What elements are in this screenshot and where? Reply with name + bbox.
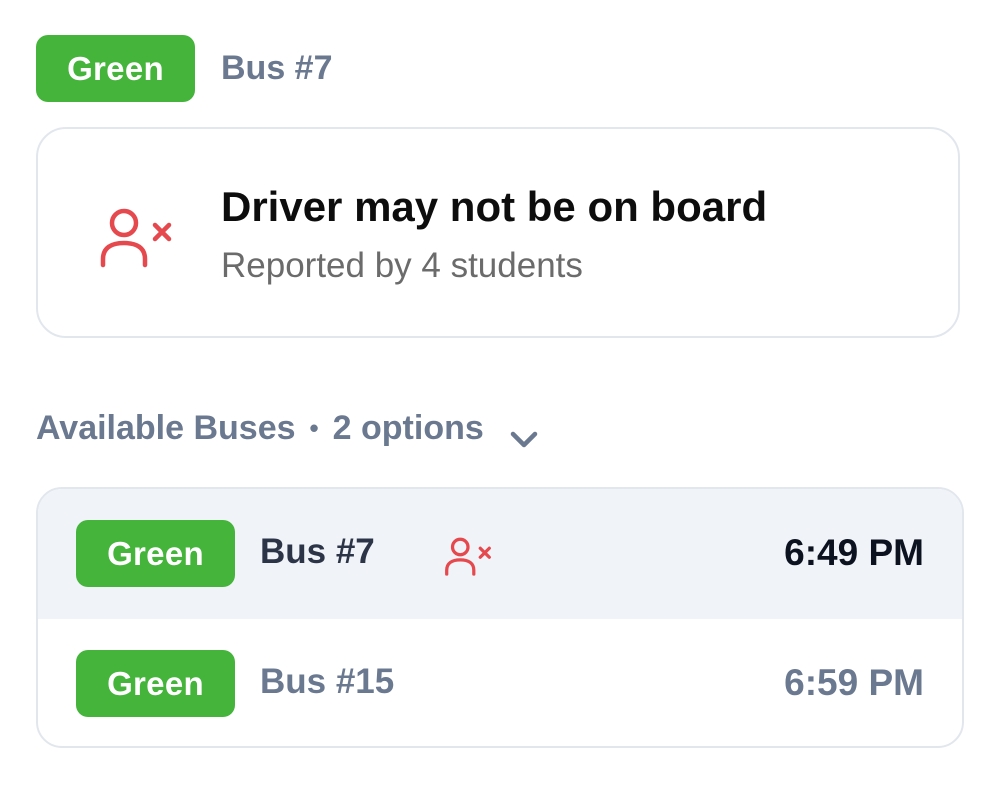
bus-options-list: Green Bus #7 6:49 PM Green Bus #15 6:59 … xyxy=(36,487,964,748)
user-x-icon xyxy=(442,536,494,576)
available-buses-toggle[interactable]: Available Buses • 2 options xyxy=(36,405,538,451)
departure-time: 6:49 PM xyxy=(784,532,924,573)
chevron-down-icon xyxy=(510,419,538,448)
current-bus-label: Bus #7 xyxy=(221,49,333,87)
driver-alert-card[interactable]: Driver may not be on board Reported by 4… xyxy=(36,127,960,338)
current-bus-header: Green Bus #7 xyxy=(36,35,333,102)
separator-dot: • xyxy=(309,412,319,443)
user-x-icon xyxy=(98,206,174,268)
line-badge: Green xyxy=(76,520,235,587)
bus-label: Bus #15 xyxy=(260,662,395,701)
bus-option-row[interactable]: Green Bus #15 6:59 PM xyxy=(38,619,962,746)
line-badge: Green xyxy=(76,650,235,717)
departure-time: 6:59 PM xyxy=(784,662,924,703)
bus-option-row[interactable]: Green Bus #7 6:49 PM xyxy=(38,489,962,619)
bus-label: Bus #7 xyxy=(260,532,375,571)
section-title: Available Buses xyxy=(36,408,296,447)
line-badge: Green xyxy=(36,35,195,102)
alert-subtitle: Reported by 4 students xyxy=(221,246,583,285)
options-count: 2 options xyxy=(332,408,484,447)
alert-title: Driver may not be on board xyxy=(221,183,768,230)
